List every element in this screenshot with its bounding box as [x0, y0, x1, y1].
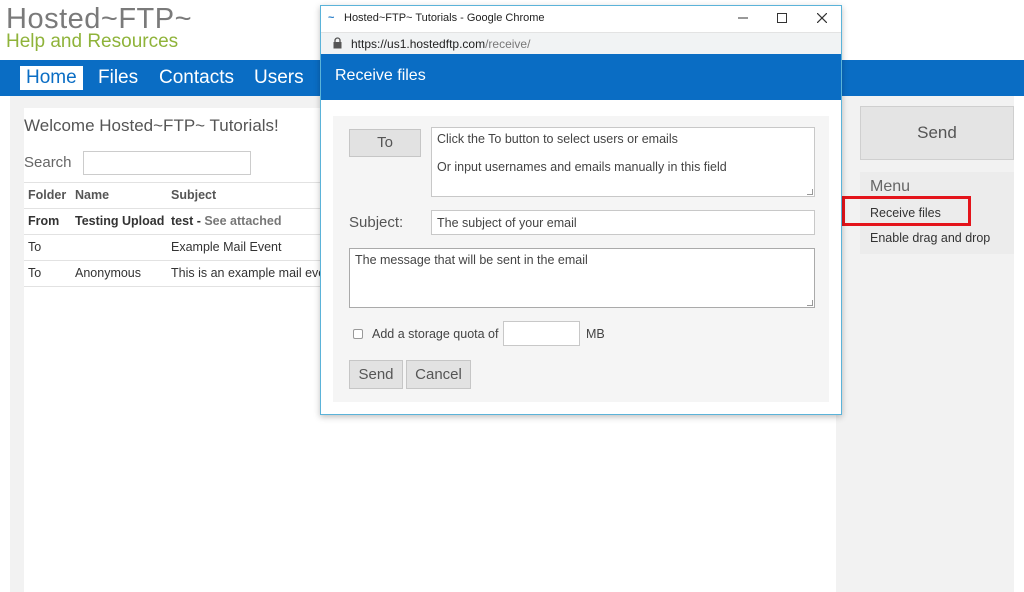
recipients-hint-1: Click the To button to select users or e…: [437, 132, 678, 146]
recipients-hint-2: Or input usernames and emails manually i…: [437, 160, 727, 174]
maximize-icon[interactable]: [772, 9, 792, 29]
close-glyph: [816, 12, 828, 24]
window-titlebar[interactable]: ~ Hosted~FTP~ Tutorials - Google Chrome: [321, 6, 841, 32]
nav-users[interactable]: Users: [248, 66, 310, 90]
storage-quota-input[interactable]: [503, 321, 580, 346]
close-icon[interactable]: [812, 9, 832, 29]
table-row[interactable]: To Example Mail Event: [24, 235, 324, 261]
resize-handle-icon[interactable]: [807, 300, 813, 306]
nav-files[interactable]: Files: [92, 66, 144, 90]
form-send-button[interactable]: Send: [349, 360, 403, 389]
subject-input[interactable]: The subject of your email: [431, 210, 815, 235]
row-folder: To: [28, 240, 42, 254]
logo-subtitle: Help and Resources: [6, 31, 179, 52]
logo-title: Hosted~FTP~: [6, 3, 193, 35]
row-folder: To: [28, 266, 42, 280]
table-row[interactable]: To Anonymous This is an example mail eve: [24, 261, 324, 287]
column-header-name[interactable]: Name: [75, 183, 109, 208]
nav-contacts[interactable]: Contacts: [153, 66, 240, 90]
storage-quota-checkbox[interactable]: [353, 329, 363, 339]
storage-quota-label: Add a storage quota of: [372, 327, 499, 341]
url-text: https://us1.hostedftp.com/receive/: [351, 37, 530, 51]
site-logo[interactable]: Hosted~FTP~ Help and Resources: [6, 4, 192, 52]
message-textarea[interactable]: The message that will be sent in the ema…: [349, 248, 815, 308]
column-header-subject[interactable]: Subject: [171, 183, 216, 208]
column-header-folder[interactable]: Folder: [28, 183, 66, 208]
search-label: Search: [24, 154, 72, 171]
lock-icon: [333, 37, 342, 49]
recipients-field[interactable]: Click the To button to select users or e…: [431, 127, 815, 197]
resize-handle-icon[interactable]: [807, 189, 813, 195]
row-subject-preview: See attached: [204, 214, 282, 228]
address-bar[interactable]: https://us1.hostedftp.com/receive/: [321, 32, 841, 54]
row-folder: From: [28, 214, 60, 228]
row-subject: This is an example mail eve: [171, 266, 324, 280]
nav-home[interactable]: Home: [20, 66, 83, 90]
popup-title: Receive files: [335, 67, 426, 84]
row-name: Testing Upload: [75, 214, 165, 228]
window-title: Hosted~FTP~ Tutorials - Google Chrome: [344, 12, 545, 24]
highlight-annotation: [842, 196, 971, 226]
form-cancel-button[interactable]: Cancel: [406, 360, 471, 389]
site-favicon-icon: ~: [328, 12, 335, 24]
row-subject: test - See attached: [171, 209, 281, 234]
menu-item-enable-drag-drop[interactable]: Enable drag and drop: [870, 231, 990, 245]
url-host: https://us1.hostedftp.com: [351, 37, 486, 51]
minimize-glyph: [738, 17, 748, 19]
subject-label: Subject:: [349, 214, 404, 231]
app-root: Hosted~FTP~ Help and Resources Home File…: [0, 0, 1024, 592]
to-button[interactable]: To: [349, 129, 421, 157]
table-row[interactable]: From Testing Upload test - See attached: [24, 209, 324, 235]
storage-quota-unit: MB: [586, 327, 605, 341]
row-subject-text: test -: [171, 214, 205, 228]
popup-header: Receive files: [321, 54, 841, 100]
welcome-heading: Welcome Hosted~FTP~ Tutorials!: [24, 116, 279, 135]
minimize-icon[interactable]: [733, 9, 753, 29]
url-path: /receive/: [485, 37, 531, 51]
menu-title: Menu: [870, 178, 911, 195]
row-name: Anonymous: [75, 266, 142, 280]
maximize-glyph: [777, 13, 787, 23]
search-input[interactable]: [83, 151, 251, 175]
table-header-row: Folder Name Subject: [24, 183, 324, 209]
send-button[interactable]: Send: [860, 106, 1014, 160]
receive-files-popup-window: ~ Hosted~FTP~ Tutorials - Google Chrome …: [320, 5, 842, 415]
mail-table: Folder Name Subject From Testing Upload …: [24, 182, 324, 287]
message-placeholder: The message that will be sent in the ema…: [355, 253, 588, 267]
row-subject: Example Mail Event: [171, 240, 282, 254]
